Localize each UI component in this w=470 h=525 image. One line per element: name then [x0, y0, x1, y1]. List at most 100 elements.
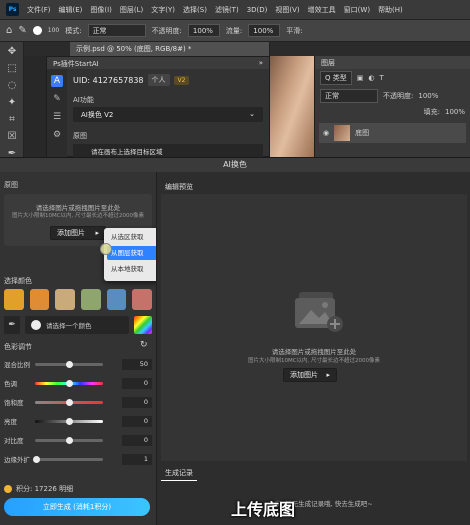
- slider-knob[interactable]: [65, 379, 73, 387]
- blend-select[interactable]: 正常: [320, 89, 378, 103]
- document-tab[interactable]: 示例.psd @ 50% (底图, RGB/8#) *: [70, 42, 270, 56]
- opacity-value: 100%: [192, 26, 213, 35]
- drop-subhint: 图片大小限制10MC以内, 尺寸最长边不超过2000像素: [11, 213, 145, 219]
- home-icon[interactable]: ⌂: [6, 25, 12, 36]
- source-label: 原图: [73, 132, 87, 140]
- slider-knob[interactable]: [65, 417, 73, 425]
- pick-color-button[interactable]: 请选择一个颜色: [25, 316, 129, 334]
- settings-icon[interactable]: ⚙: [51, 129, 63, 141]
- slider-value[interactable]: 0: [122, 434, 152, 446]
- slider-knob[interactable]: [32, 455, 40, 463]
- eyedropper-icon[interactable]: ✒: [4, 316, 20, 334]
- dropdown-from-local[interactable]: 从本地获取: [107, 262, 157, 276]
- slider-track[interactable]: [32, 455, 104, 463]
- slider-label: 色调: [4, 380, 17, 388]
- layers-icon[interactable]: ☰: [51, 111, 63, 123]
- dropdown-from-selection[interactable]: 从选区获取: [107, 230, 157, 244]
- slider-value[interactable]: 0: [122, 377, 152, 389]
- ai-func-value: AI换色 V2: [81, 111, 114, 119]
- layer-item[interactable]: ◉ 底图: [319, 123, 466, 143]
- slider-track[interactable]: [34, 360, 104, 368]
- slider-value[interactable]: 50: [122, 358, 152, 370]
- menu-bar: Ps 文件(F) 编辑(E) 图像(I) 图层(L) 文字(Y) 选择(S) 滤…: [0, 0, 470, 20]
- color-circle-icon: [31, 320, 41, 330]
- lasso-tool-icon[interactable]: ◌: [4, 79, 20, 93]
- layer-opacity-label: 不透明度:: [383, 92, 414, 100]
- tool-bar: ✥ ⬚ ◌ ✦ ⌗ ☒ ✒: [0, 42, 24, 159]
- slider-label: 混合比例: [4, 361, 30, 369]
- history-tab[interactable]: 生成记录: [161, 468, 197, 481]
- layer-filter-select[interactable]: Q 类型: [320, 71, 352, 85]
- left-settings-panel: 原图 请选择图片或拖拽图片至此处 图片大小限制10MC以内, 尺寸最长边不超过2…: [0, 172, 160, 525]
- slider-label: 亮度: [4, 418, 17, 426]
- edit-icon[interactable]: ✎: [51, 93, 63, 105]
- image-filter-icon[interactable]: ▣: [357, 74, 364, 82]
- move-tool-icon[interactable]: ✥: [4, 45, 20, 59]
- brush-preset-icon[interactable]: [32, 26, 42, 35]
- color-swatch[interactable]: [29, 289, 50, 310]
- magic-wand-icon[interactable]: ✦: [4, 96, 20, 110]
- slider-value[interactable]: 0: [122, 396, 152, 408]
- flow-value: 100%: [253, 26, 274, 35]
- preview-add-image-button[interactable]: 添加图片 ▸: [283, 368, 337, 382]
- right-preview-panel: 编辑预览 请选择图片或拖拽图片至此处 图片大小限制10MC以内, 尺寸最长边不超…: [156, 172, 470, 525]
- slider-track[interactable]: [34, 379, 104, 387]
- menu-image[interactable]: 图像(I): [90, 5, 112, 15]
- menu-help[interactable]: 帮助(H): [378, 5, 403, 15]
- menu-file[interactable]: 文件(F): [27, 5, 51, 15]
- reset-icon[interactable]: ↻: [140, 340, 148, 350]
- menu-select[interactable]: 选择(S): [183, 5, 207, 15]
- slider-track[interactable]: [34, 436, 104, 444]
- menu-view[interactable]: 视图(V): [275, 5, 299, 15]
- slider-value[interactable]: 0: [122, 415, 152, 427]
- menu-window[interactable]: 窗口(W): [344, 5, 370, 15]
- color-swatches: [4, 289, 153, 311]
- menu-type[interactable]: 文字(Y): [151, 5, 175, 15]
- opacity-input[interactable]: 100%: [187, 24, 220, 37]
- layer-opacity-value[interactable]: 100%: [418, 92, 438, 100]
- source-hint: 请在画布上选择目标区域: [73, 144, 263, 157]
- plugin-side-nav: A ✎ ☰ ⚙: [47, 69, 67, 158]
- color-swatch[interactable]: [132, 289, 153, 310]
- color-swatch[interactable]: [81, 289, 101, 310]
- color-swatch[interactable]: [55, 289, 76, 310]
- points-label: 积分: 17226 明细: [16, 485, 74, 493]
- color-wheel-icon[interactable]: [134, 316, 152, 334]
- menu-filter[interactable]: 滤镜(T): [215, 5, 239, 15]
- window-title: AI换色: [0, 158, 470, 172]
- crop-tool-icon[interactable]: ⌗: [4, 113, 20, 127]
- original-label: 原图: [4, 181, 18, 189]
- slider-track[interactable]: [34, 417, 104, 425]
- mode-value: 正常: [92, 26, 107, 35]
- dropdown-from-layer[interactable]: 从图层获取: [107, 246, 157, 260]
- mode-select[interactable]: 正常: [87, 24, 146, 37]
- fill-label: 填充:: [423, 108, 440, 116]
- marquee-tool-icon[interactable]: ⬚: [4, 62, 20, 76]
- frame-tool-icon[interactable]: ☒: [4, 130, 20, 144]
- menu-3d[interactable]: 3D(D): [247, 6, 268, 14]
- adjust-filter-icon[interactable]: ◐: [368, 74, 374, 82]
- menu-edit[interactable]: 编辑(E): [59, 5, 83, 15]
- slider-knob[interactable]: [65, 398, 73, 406]
- slider-track[interactable]: [34, 398, 104, 406]
- add-image-button[interactable]: 添加图片 ▸: [50, 226, 106, 240]
- slider-knob[interactable]: [65, 360, 73, 368]
- color-swatch[interactable]: [106, 289, 127, 310]
- text-filter-icon[interactable]: T: [379, 74, 383, 82]
- generate-button[interactable]: 立即生成 (消耗1积分): [4, 498, 150, 516]
- visibility-eye-icon[interactable]: ◉: [323, 129, 329, 137]
- vip-badge: V2: [173, 75, 190, 85]
- slider-value[interactable]: 1: [122, 453, 152, 465]
- ai-logo-icon[interactable]: A: [51, 75, 63, 87]
- collapse-icon[interactable]: »: [259, 59, 263, 67]
- color-swatch[interactable]: [4, 289, 24, 310]
- menu-plugins[interactable]: 增效工具: [308, 5, 336, 15]
- brush-tool-icon[interactable]: ✎: [18, 25, 26, 36]
- menu-layer[interactable]: 图层(L): [120, 5, 143, 15]
- ai-func-select[interactable]: AI换色 V2 ⌄: [73, 107, 263, 122]
- preview-area[interactable]: 请选择图片或拖拽图片至此处 图片大小限制10MC以内, 尺寸最长边不超过2000…: [161, 194, 467, 461]
- flow-input[interactable]: 100%: [248, 24, 281, 37]
- plugin-title: Ps插件StartAI: [53, 60, 99, 68]
- slider-knob[interactable]: [65, 436, 73, 444]
- fill-value[interactable]: 100%: [445, 108, 465, 116]
